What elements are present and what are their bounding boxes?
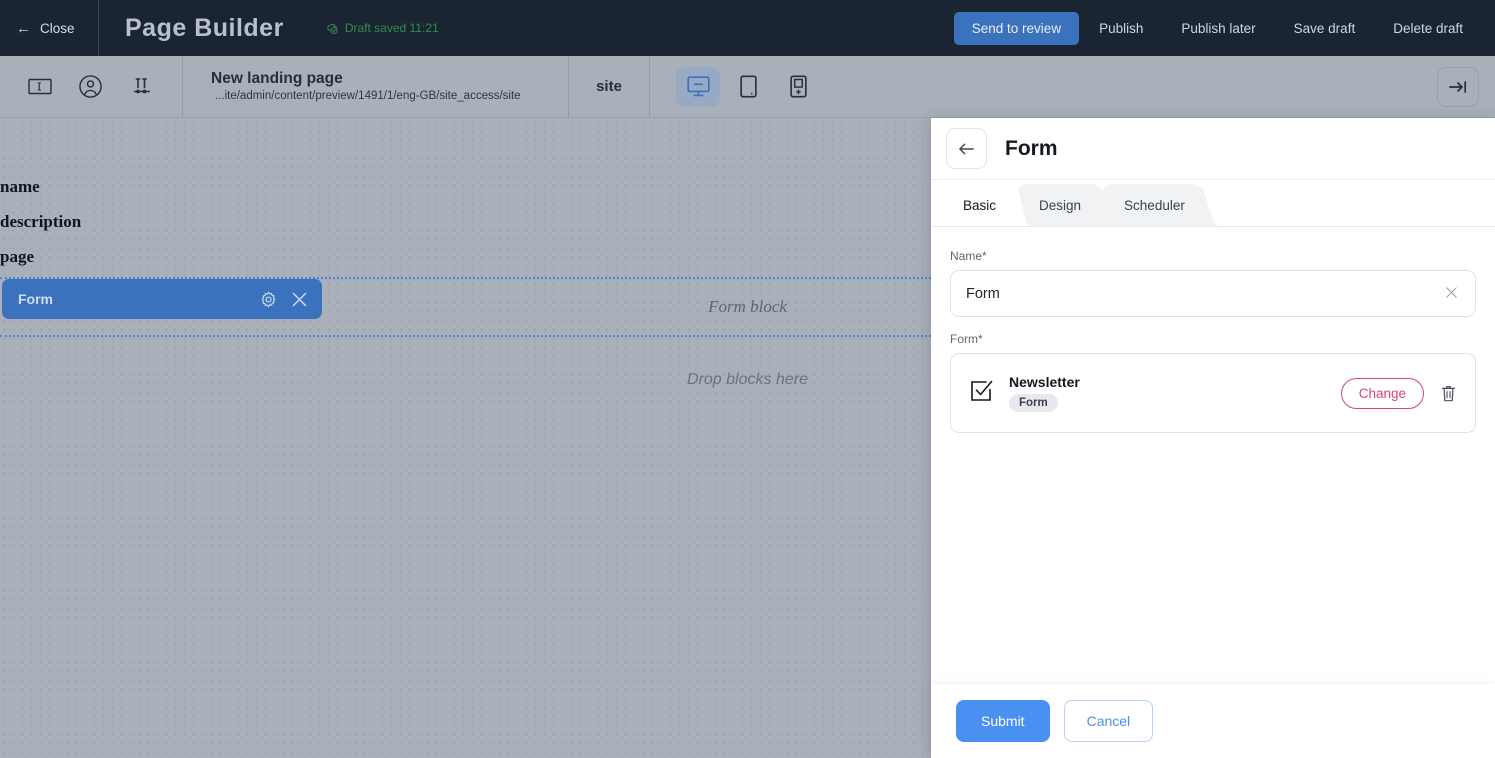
selected-block-toolbar[interactable]: Form [2,279,322,319]
device-desktop-button[interactable] [676,67,720,107]
publish-button[interactable]: Publish [1081,12,1161,45]
collapse-panel-button[interactable] [1437,67,1479,107]
publish-later-button[interactable]: Publish later [1163,12,1273,45]
tab-basic[interactable]: Basic [942,184,1030,226]
brand-zone: Page Builder Draft saved 11:21 [99,14,439,43]
name-field-group: Name* Form [950,249,1476,317]
delete-draft-button[interactable]: Delete draft [1375,12,1481,45]
form-settings-panel: Form Basic Design Scheduler Name* Form [931,118,1495,758]
site-selector[interactable]: site [569,56,650,118]
drop-zone-label: Drop blocks here [687,371,808,389]
save-draft-button[interactable]: Save draft [1276,12,1374,45]
form-field-group: Form* Newsletter Form Change [950,332,1476,433]
page-info-url: ...ite/admin/content/preview/1491/1/eng-… [211,88,568,104]
top-bar: ← Close Page Builder Draft saved 11:21 S… [0,0,1495,56]
submit-button[interactable]: Submit [956,700,1050,742]
panel-header: Form [931,118,1495,180]
selected-block-actions [260,291,308,308]
tab-design[interactable]: Design [1018,184,1115,226]
checkbox-checked-icon [967,377,995,410]
tab-basic-label: Basic [963,198,996,213]
collapse-panel-icon [1448,79,1468,95]
selected-form-card[interactable]: Newsletter Form Change [950,353,1476,433]
form-card-meta: Newsletter Form [1009,374,1080,412]
clear-name-icon[interactable] [1443,286,1460,302]
device-preview-group [650,67,820,107]
form-field-label: Form* [950,332,1476,346]
form-card-actions: Change [1341,378,1461,409]
mobile-icon [790,75,807,98]
selected-block-label: Form [18,291,53,307]
canvas-field-page: page [0,247,34,267]
arrow-left-icon: ← [16,21,31,36]
panel-body: Name* Form Form* [931,227,1495,684]
persona-icon[interactable] [78,74,104,100]
canvas-field-description: description [0,212,81,232]
panel-tabs: Basic Design Scheduler [931,180,1495,227]
name-input-value: Form [966,286,1443,302]
site-label: site [596,78,622,95]
canvas-field-name: name [0,177,40,197]
device-mobile-button[interactable] [776,67,820,107]
form-card-title: Newsletter [1009,374,1080,390]
page-info-title: New landing page [211,69,568,88]
draft-status: Draft saved 11:21 [324,21,439,36]
builder-toolbar: New landing page ...ite/admin/content/pr… [0,56,1495,118]
tab-scheduler[interactable]: Scheduler [1103,184,1219,226]
desktop-icon [687,76,710,97]
collapse-wrap [1437,67,1495,107]
panel-footer: Submit Cancel [931,684,1495,758]
trash-icon [1440,384,1457,403]
send-to-review-button[interactable]: Send to review [954,12,1079,45]
toolbar-icon-group [0,56,183,118]
delete-form-button[interactable] [1436,380,1461,407]
change-form-button[interactable]: Change [1341,378,1424,409]
cancel-button[interactable]: Cancel [1064,700,1154,742]
variants-icon[interactable] [129,74,155,100]
tablet-icon [740,75,757,98]
gear-icon[interactable] [260,291,277,308]
form-card-type-badge: Form [1009,394,1058,412]
panel-title: Form [1005,137,1058,161]
arrow-left-icon [958,142,975,156]
page-title: Page Builder [125,14,284,43]
close-icon[interactable] [291,291,308,308]
page-info[interactable]: New landing page ...ite/admin/content/pr… [183,56,569,118]
tab-scheduler-label: Scheduler [1124,198,1185,213]
device-tablet-button[interactable] [726,67,770,107]
name-field-label: Name* [950,249,1476,263]
name-input[interactable]: Form [950,270,1476,317]
top-bar-actions: Send to review Publish Publish later Sav… [954,12,1495,45]
cloud-check-icon [324,21,339,36]
draft-saved-text: Draft saved 11:21 [345,21,439,35]
tab-design-label: Design [1039,198,1081,213]
panel-back-button[interactable] [946,128,987,169]
text-box-icon[interactable] [27,74,53,100]
close-button[interactable]: ← Close [0,0,99,56]
close-label: Close [40,21,75,36]
